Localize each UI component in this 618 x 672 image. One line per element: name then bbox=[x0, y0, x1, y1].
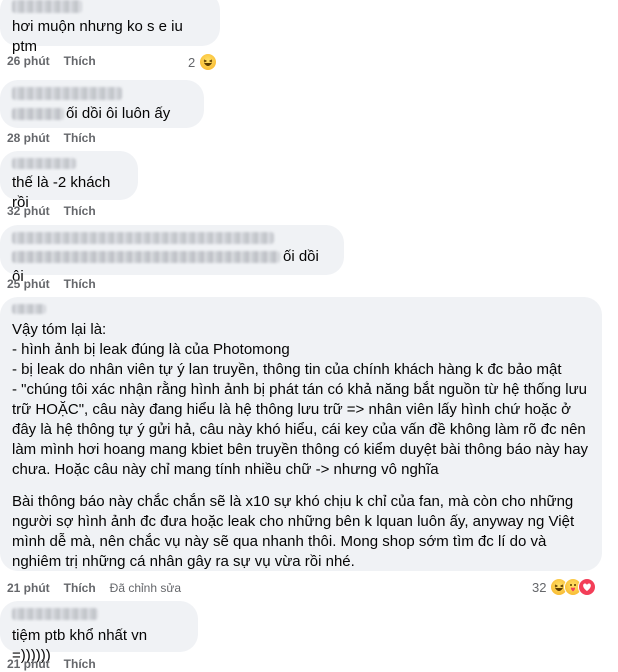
like-button[interactable]: Thích bbox=[64, 54, 96, 68]
mention-redacted[interactable] bbox=[12, 251, 280, 264]
haha-icon bbox=[199, 53, 218, 71]
comment-meta: 21 phút Thích bbox=[7, 656, 96, 672]
comment-line: - bị leak do nhân viên tự ý lan truyền, … bbox=[12, 361, 562, 378]
like-button[interactable]: Thích bbox=[64, 204, 96, 218]
love-icon bbox=[578, 578, 597, 596]
author-name-redacted[interactable] bbox=[12, 0, 82, 13]
comment-line: - "chúng tôi xác nhận rằng hình ảnh bị p… bbox=[12, 381, 589, 478]
reaction-count: 32 bbox=[532, 579, 547, 595]
comment-meta: 26 phút Thích bbox=[7, 53, 96, 69]
comment-bubble: ối dồi ôi bbox=[0, 225, 344, 285]
comment-bubble: hơi muộn nhưng ko s e iu ptm bbox=[0, 0, 220, 55]
comment-bubble: Vậy tóm lại là: - hình ảnh bị leak đúng … bbox=[0, 297, 602, 571]
mention-redacted[interactable] bbox=[12, 108, 64, 121]
comment-text-row: ối dồi ôi luôn ấy bbox=[12, 104, 192, 124]
comment-meta: 28 phút Thích bbox=[7, 130, 96, 146]
author-name-redacted[interactable] bbox=[12, 87, 122, 100]
comment-time[interactable]: 21 phút bbox=[7, 657, 50, 671]
comment-text: hơi muộn nhưng ko s e iu ptm bbox=[12, 18, 183, 55]
like-button[interactable]: Thích bbox=[64, 277, 96, 291]
like-button[interactable]: Thích bbox=[64, 657, 96, 671]
comment-meta: 21 phút Thích Đã chỉnh sửa bbox=[7, 580, 181, 596]
comment-paragraph: Bài thông báo này chắc chắn sẽ là x10 sự… bbox=[12, 493, 575, 570]
author-name-redacted[interactable] bbox=[12, 158, 76, 169]
reaction-summary[interactable]: 32 bbox=[532, 578, 597, 596]
comment-text: ối dồi ôi luôn ấy bbox=[66, 105, 171, 122]
comment-time[interactable]: 26 phút bbox=[7, 54, 50, 68]
reaction-count: 2 bbox=[188, 54, 196, 70]
author-name-redacted[interactable] bbox=[12, 232, 274, 244]
comment-time[interactable]: 21 phút bbox=[7, 581, 50, 595]
comment-line: Vậy tóm lại là: bbox=[12, 321, 107, 338]
comment-time[interactable]: 28 phút bbox=[7, 131, 50, 145]
edited-label[interactable]: Đã chỉnh sửa bbox=[110, 581, 181, 595]
like-button[interactable]: Thích bbox=[64, 581, 96, 595]
comment-body: Vậy tóm lại là: - hình ảnh bị leak đúng … bbox=[12, 320, 590, 572]
comment-time[interactable]: 32 phút bbox=[7, 204, 50, 218]
comment-meta: 32 phút Thích bbox=[7, 203, 96, 219]
author-name-redacted[interactable] bbox=[12, 304, 46, 314]
comment-bubble: thế là -2 khách rồi bbox=[0, 151, 138, 211]
like-button[interactable]: Thích bbox=[64, 131, 96, 145]
comment-line: - hình ảnh bị leak đúng là của Photomong bbox=[12, 341, 290, 358]
comment-bubble: ối dồi ôi luôn ấy bbox=[0, 80, 204, 128]
author-name-redacted[interactable] bbox=[12, 608, 98, 620]
comment-time[interactable]: 25 phút bbox=[7, 277, 50, 291]
reaction-summary[interactable]: 2 bbox=[188, 53, 218, 71]
comment-meta: 25 phút Thích bbox=[7, 276, 96, 292]
comment-bubble: tiệm ptb khổ nhất vn =)))))) bbox=[0, 601, 198, 664]
